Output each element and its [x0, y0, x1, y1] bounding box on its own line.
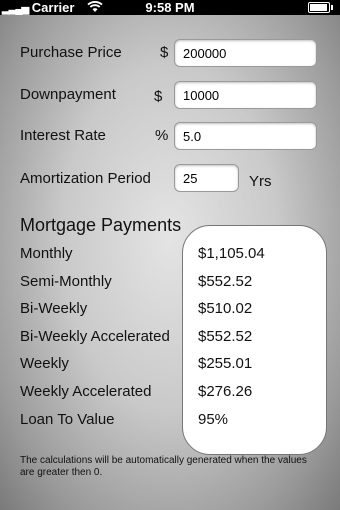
- row-value-bi-weekly: $510.02: [198, 300, 253, 317]
- row-value-weekly-accelerated: $276.26: [198, 383, 253, 400]
- row-label-bi-weekly-accelerated: Bi-Weekly Accelerated: [20, 328, 170, 345]
- row-label-bi-weekly: Bi-Weekly: [20, 300, 88, 317]
- battery-icon: [308, 2, 333, 13]
- row-label-semi-monthly: Semi-Monthly: [20, 273, 112, 290]
- purchase-price-field[interactable]: [174, 39, 317, 67]
- row-label-loan-to-value: Loan To Value: [20, 411, 115, 428]
- interest-rate-unit: %: [155, 127, 169, 144]
- clock: 9:58 PM: [145, 0, 195, 15]
- row-label-weekly-accelerated: Weekly Accelerated: [20, 383, 152, 400]
- amortization-unit: Yrs: [249, 173, 272, 190]
- row-label-monthly: Monthly: [20, 245, 73, 262]
- downpayment-label: Downpayment: [20, 86, 116, 103]
- downpayment-field[interactable]: [174, 81, 317, 109]
- row-label-weekly: Weekly: [20, 355, 69, 372]
- interest-rate-label: Interest Rate: [20, 127, 106, 144]
- row-value-semi-monthly: $552.52: [198, 273, 253, 290]
- row-value-weekly: $255.01: [198, 355, 253, 372]
- mortgage-payments-title: Mortgage Payments: [20, 215, 182, 235]
- purchase-price-label: Purchase Price: [20, 44, 122, 61]
- interest-rate-field[interactable]: [174, 122, 317, 150]
- amortization-field[interactable]: [174, 164, 239, 192]
- amortization-label: Amortization Period: [20, 170, 151, 187]
- footnote: The calculations will be automatically g…: [20, 455, 307, 478]
- calculator-screen: Purchase Price $ Downpayment $ Interest …: [0, 15, 340, 510]
- purchase-price-unit: $: [160, 44, 169, 61]
- downpayment-unit: $: [154, 88, 163, 105]
- row-value-loan-to-value: 95%: [198, 411, 229, 428]
- row-value-bi-weekly-accelerated: $552.52: [198, 328, 253, 345]
- row-value-monthly: $1,105.04: [198, 245, 265, 262]
- status-bar: ▂▃▄▅ Carrier 9:58 PM: [0, 0, 340, 15]
